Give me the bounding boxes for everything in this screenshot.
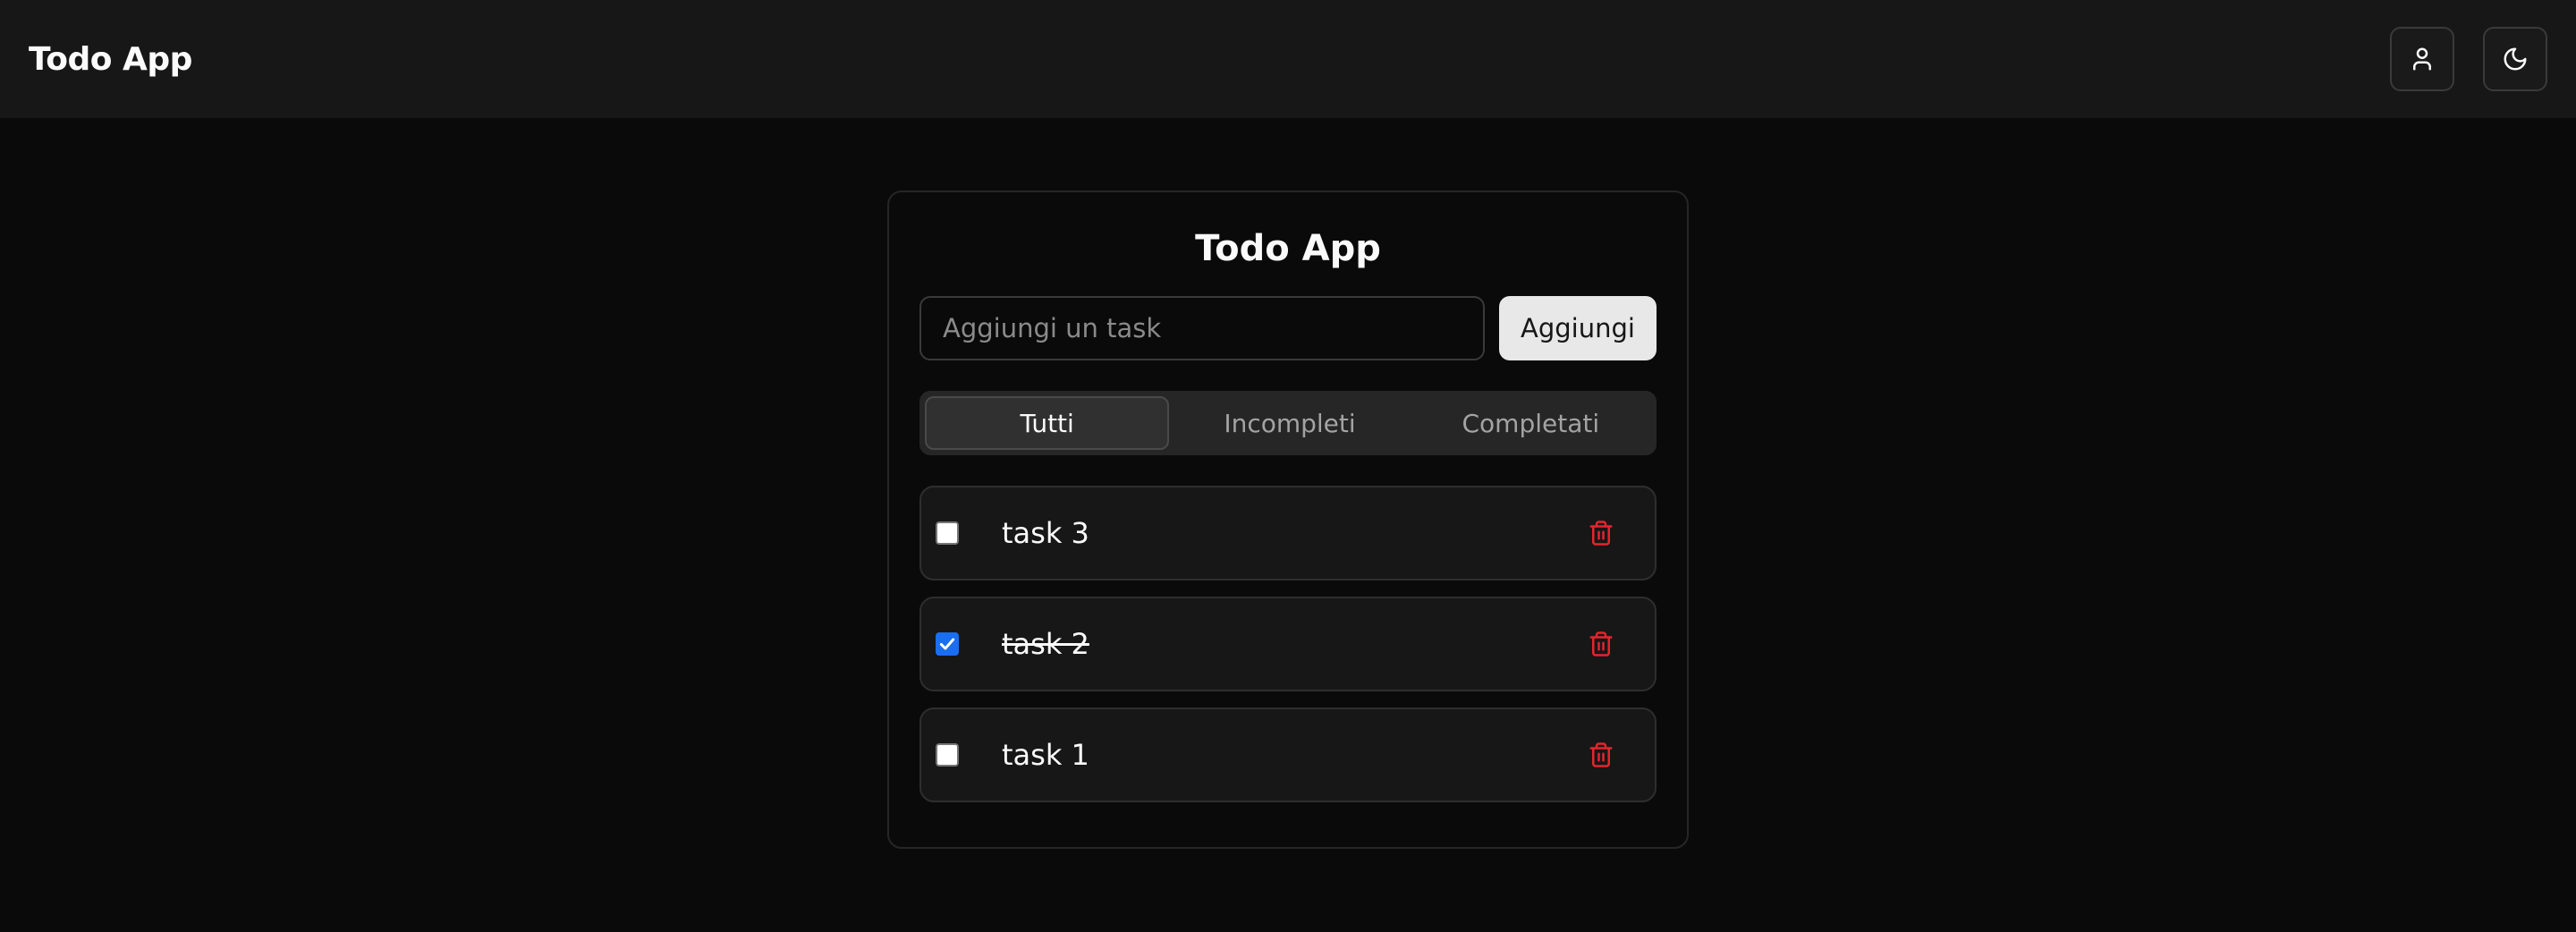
task-item: task 3 (919, 486, 1657, 580)
filter-tabs: Tutti Incompleti Completati (919, 391, 1657, 455)
delete-task-button[interactable] (1583, 737, 1619, 773)
user-button[interactable] (2390, 27, 2454, 91)
check-icon (939, 638, 955, 650)
trash-icon (1589, 521, 1613, 546)
card-title: Todo App (1195, 228, 1381, 269)
todo-card: Todo App Aggiungi Tutti Incompleti Compl… (887, 191, 1689, 849)
trash-icon (1589, 742, 1613, 767)
task-text: task 1 (1002, 738, 1089, 772)
moon-icon (2504, 47, 2527, 71)
delete-task-button[interactable] (1583, 515, 1619, 551)
header-actions (2390, 27, 2547, 91)
task-checkbox[interactable] (936, 743, 959, 767)
delete-task-button[interactable] (1583, 626, 1619, 662)
task-text: task 3 (1002, 516, 1089, 550)
theme-toggle-button[interactable] (2483, 27, 2547, 91)
task-checkbox[interactable] (936, 632, 959, 656)
tab-tutti[interactable]: Tutti (925, 396, 1170, 450)
task-checkbox[interactable] (936, 521, 959, 545)
trash-icon (1589, 631, 1613, 657)
add-task-row: Aggiungi (919, 296, 1657, 360)
task-item: task 1 (919, 707, 1657, 802)
task-input[interactable] (919, 296, 1485, 360)
app-header: Todo App (0, 0, 2576, 118)
app-brand: Todo App (29, 40, 192, 78)
add-button[interactable]: Aggiungi (1499, 296, 1657, 360)
tab-incompleti[interactable]: Incompleti (1169, 396, 1410, 450)
task-item: task 2 (919, 597, 1657, 691)
user-icon (2413, 47, 2431, 71)
tab-completati[interactable]: Completati (1411, 396, 1651, 450)
task-text: task 2 (1002, 627, 1089, 661)
task-list: task 3 task 2 task 1 (919, 486, 1657, 802)
